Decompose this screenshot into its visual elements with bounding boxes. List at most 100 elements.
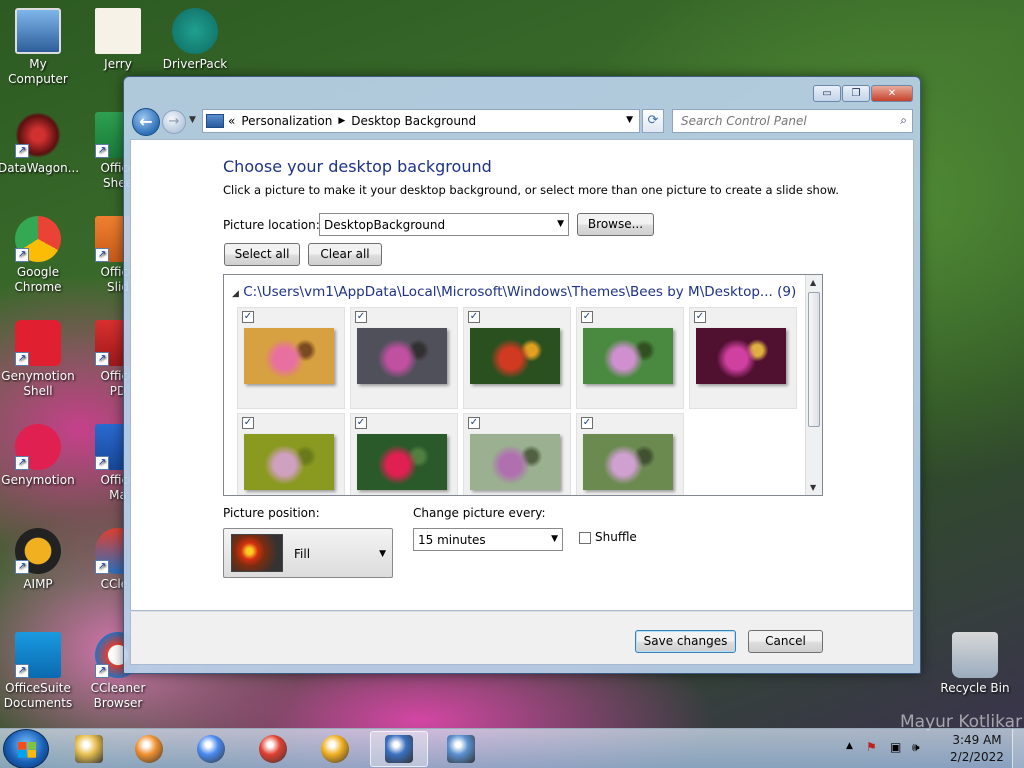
taskbar-ccleaner[interactable] [244,731,302,767]
forward-button[interactable]: → [162,110,186,134]
taskbar-personalization[interactable] [370,731,428,767]
picture-checkbox[interactable]: ✓ [242,417,254,429]
start-button[interactable] [3,729,49,768]
picture-thumbnail[interactable] [583,328,673,384]
group-header[interactable]: ◢ C:\Users\vm1\AppData\Local\Microsoft\W… [232,284,796,300]
picture-checkbox[interactable]: ✓ [468,311,480,323]
system-tray: ▲ ⚑ ▣ 🕪 3:49 AM 2/2/2022 [840,729,1024,768]
clock-time: 3:49 AM [952,733,1002,747]
picture-tile[interactable]: ✓ [350,413,458,495]
breadcrumb-desktop-background[interactable]: Desktop Background [351,114,476,128]
back-button[interactable]: ← [132,108,160,136]
shortcut-arrow-icon: ↗ [15,664,29,678]
desktop-icon-google-chrome[interactable]: ↗ Google Chrome [0,216,78,295]
chevron-down-icon: ▼ [379,549,386,559]
taskbar-chrome[interactable] [182,731,240,767]
picture-thumbnail[interactable] [357,434,447,490]
picture-checkbox[interactable]: ✓ [581,417,593,429]
shuffle-label[interactable]: Shuffle [595,530,637,544]
footer-bar: Save changes Cancel [130,611,914,665]
picture-thumbnail[interactable] [470,434,560,490]
scroll-up-icon[interactable]: ▲ [810,278,816,287]
show-desktop-button[interactable] [1012,729,1024,768]
maximize-button[interactable]: ❐ [842,85,870,102]
desktop-icon-my-computer[interactable]: My Computer [0,8,78,87]
refresh-icon[interactable]: ⟳ [642,109,664,133]
close-button[interactable]: ✕ [871,85,913,102]
picture-thumbnail[interactable] [696,328,786,384]
picture-checkbox[interactable]: ✓ [694,311,706,323]
collapse-icon[interactable]: ◢ [232,289,239,299]
content-pane: Choose your desktop background Click a p… [130,139,914,611]
picture-tile[interactable]: ✓ [237,307,345,409]
picture-checkbox[interactable]: ✓ [355,311,367,323]
show-hidden-icons-icon[interactable]: ▲ [846,741,853,751]
browse-button[interactable]: Browse... [577,213,654,236]
taskbar-media-player[interactable] [120,731,178,767]
shuffle-checkbox[interactable] [579,532,591,544]
desktop-icon-genymotion-shell[interactable]: ↗ Genymotion Shell [0,320,78,399]
shortcut-arrow-icon: ↗ [15,352,29,366]
picture-tile[interactable]: ✓ [463,307,571,409]
clock[interactable]: 3:49 AM 2/2/2022 [942,732,1012,766]
app-icon: ↗ [15,216,61,262]
search-icon[interactable]: ⌕ [900,113,907,128]
picture-tile[interactable]: ✓ [576,307,684,409]
address-bar[interactable]: « Personalization ▶ Desktop Background ▼ [202,109,640,133]
network-icon[interactable]: ▣ [890,740,901,754]
picture-thumbnail[interactable] [244,434,334,490]
control-panel-icon [206,114,224,128]
picture-thumbnail[interactable] [583,434,673,490]
desktop-icon-jerry[interactable]: Jerry [78,8,158,72]
vertical-scrollbar[interactable]: ▲ ▼ [805,275,822,495]
breadcrumb-personalization[interactable]: Personalization [241,114,332,128]
picture-thumbnail[interactable] [470,328,560,384]
select-all-button[interactable]: Select all [224,243,300,266]
picture-checkbox[interactable]: ✓ [355,417,367,429]
desktop-icon-datawagon[interactable]: ↗ DataWagon... [0,112,79,176]
picture-position-select[interactable]: Fill ▼ [223,528,393,578]
address-prefix[interactable]: « [228,114,235,128]
scrollbar-thumb[interactable] [808,292,820,427]
minimize-button[interactable]: ▭ [813,85,841,102]
change-picture-select[interactable]: 15 minutes ▼ [413,528,563,551]
volume-icon[interactable]: 🕪 [912,740,920,755]
pictures-list: ◢ C:\Users\vm1\AppData\Local\Microsoft\W… [223,274,823,496]
app-icon [952,632,998,678]
desktop-icon-officesuite-documents[interactable]: ↗ OfficeSuite Documents [0,632,78,711]
save-changes-button[interactable]: Save changes [635,630,736,653]
picture-tile[interactable]: ✓ [350,307,458,409]
picture-location-select[interactable]: DesktopBackground ▼ [319,213,569,236]
breadcrumb-arrow-icon[interactable]: ▶ [338,116,345,126]
picture-tile[interactable]: ✓ [237,413,345,495]
taskbar-avast-browser[interactable] [306,731,364,767]
cancel-button[interactable]: Cancel [748,630,823,653]
scroll-down-icon[interactable]: ▼ [810,483,816,492]
picture-checkbox[interactable]: ✓ [581,311,593,323]
group-path: C:\Users\vm1\AppData\Local\Microsoft\Win… [243,284,797,300]
picture-thumbnail[interactable] [244,328,334,384]
picture-tile[interactable]: ✓ [463,413,571,495]
desktop-icon-genymotion[interactable]: ↗ Genymotion [0,424,78,488]
app-icon: ↗ [15,112,61,158]
taskbar-control-panel[interactable] [432,731,490,767]
search-input[interactable]: Search Control Panel ⌕ [672,109,913,133]
picture-tile[interactable]: ✓ [689,307,797,409]
clear-all-button[interactable]: Clear all [308,243,382,266]
shortcut-arrow-icon: ↗ [15,560,29,574]
desktop-icon-driverpack[interactable]: DriverPack [155,8,235,72]
desktop-icon-aimp[interactable]: ↗ AIMP [0,528,78,592]
recent-pages-chevron-icon[interactable]: ▼ [189,115,196,125]
desktop-icon-recycle-bin[interactable]: Recycle Bin [935,632,1015,696]
chevron-down-icon: ▼ [551,534,558,544]
picture-tile[interactable]: ✓ [576,413,684,495]
ccleaner-icon [259,735,287,763]
picture-thumbnail[interactable] [357,328,447,384]
taskbar-explorer[interactable] [60,731,118,767]
action-center-flag-icon[interactable]: ⚑ [866,740,877,754]
clock-date: 2/2/2022 [950,750,1004,764]
picture-checkbox[interactable]: ✓ [242,311,254,323]
picture-location-label: Picture location: [223,218,320,232]
picture-checkbox[interactable]: ✓ [468,417,480,429]
address-dropdown-icon[interactable]: ▼ [626,115,633,125]
